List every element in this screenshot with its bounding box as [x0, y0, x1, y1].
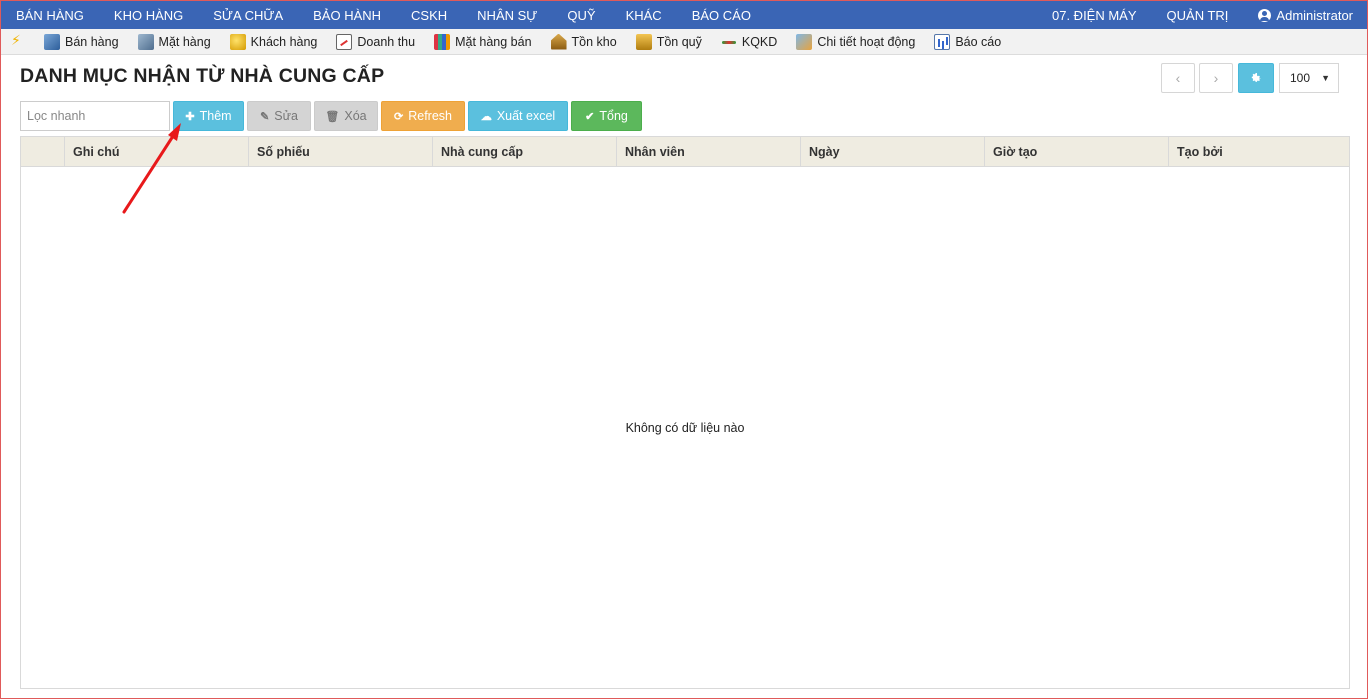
shortcut-label: Tồn kho: [571, 34, 617, 49]
fund-icon: [635, 33, 652, 50]
shortcut-ton-quy[interactable]: Tồn quỹ: [635, 33, 702, 50]
menu-kho-hang[interactable]: KHO HÀNG: [99, 1, 198, 29]
check-icon: ✔: [585, 110, 595, 123]
menu-bao-hanh[interactable]: BẢO HÀNH: [298, 1, 396, 29]
page-title: DANH MỤC NHẬN TỪ NHÀ CUNG CẤP: [20, 65, 385, 87]
shortcut-label: Tồn quỹ: [656, 34, 702, 49]
goods-sold-icon: [434, 33, 451, 50]
pager-controls: ‹ › 100 ▼: [1161, 63, 1339, 93]
user-menu: 07. ĐIỆN MÁY QUẢN TRỊ Administrator: [1037, 1, 1367, 29]
shortcut-label: Báo cáo: [955, 34, 1002, 49]
column-header-tao-boi[interactable]: Tạo bởi: [1169, 137, 1349, 166]
chevron-left-icon: ‹: [1175, 70, 1181, 86]
refresh-button[interactable]: ⟳ Refresh: [381, 101, 465, 131]
menu-quan-tri[interactable]: QUẢN TRỊ: [1152, 1, 1244, 29]
shortcut-chi-tiet-hoat-dong[interactable]: Chi tiết hoạt động: [796, 33, 916, 50]
customer-icon: [229, 33, 246, 50]
gear-icon: [1251, 73, 1261, 82]
shortcut-label: Mặt hàng: [158, 34, 211, 49]
action-bar: ✚ Thêm ✎ Sửa 🗑 Xóa ⟳ Refresh ☁ Xuất exce…: [20, 101, 645, 131]
store-selector[interactable]: 07. ĐIỆN MÁY: [1037, 1, 1152, 29]
user-account[interactable]: Administrator: [1243, 1, 1353, 29]
shortcut-mat-hang-ban[interactable]: Mặt hàng bán: [434, 33, 532, 50]
page-size-value: 100: [1290, 71, 1311, 85]
report-icon: [934, 33, 951, 50]
column-header-gio-tao[interactable]: Giờ tạo: [985, 137, 1169, 166]
flash-icon: [11, 32, 27, 50]
menu-sua-chua[interactable]: SỬA CHỮA: [198, 1, 298, 29]
item-icon: [137, 33, 154, 50]
sale-icon: [44, 33, 60, 50]
pencil-icon: ✎: [260, 110, 270, 123]
menu-nhan-su[interactable]: NHÂN SỰ: [462, 1, 552, 29]
quick-filter-input[interactable]: [20, 101, 170, 131]
delete-button[interactable]: 🗑 Xóa: [314, 101, 378, 131]
grid-header: Ghi chú Số phiếu Nhà cung cấp Nhân viên …: [21, 137, 1349, 167]
menu-bao-cao[interactable]: BÁO CÁO: [677, 1, 766, 29]
business-result-icon: [721, 34, 737, 50]
shortcut-khach-hang[interactable]: Khách hàng: [229, 33, 318, 50]
menu-quy[interactable]: QUỸ: [552, 1, 610, 29]
column-header-nha-cung-cap[interactable]: Nhà cung cấp: [433, 137, 617, 166]
settings-button[interactable]: [1238, 63, 1274, 93]
stock-icon: [550, 33, 567, 50]
activity-detail-icon: [796, 33, 813, 50]
plus-icon: ✚: [185, 110, 195, 123]
total-button[interactable]: ✔ Tổng: [571, 101, 642, 131]
shortcut-quick[interactable]: [11, 32, 32, 50]
shortcut-label: Mặt hàng bán: [455, 34, 532, 49]
shortcut-ton-kho[interactable]: Tồn kho: [550, 33, 617, 50]
menu-ban-hang[interactable]: BÁN HÀNG: [1, 1, 99, 29]
empty-grid-message: Không có dữ liệu nào: [625, 421, 745, 435]
shortcut-doanh-thu[interactable]: Doanh thu: [336, 33, 416, 50]
shortcut-kqkd[interactable]: KQKD: [721, 34, 777, 50]
export-button-label: Xuất excel: [496, 109, 556, 123]
menu-khac[interactable]: KHÁC: [611, 1, 677, 29]
column-header-so-phieu[interactable]: Số phiếu: [249, 137, 433, 166]
total-button-label: Tổng: [599, 109, 628, 123]
shortcut-ban-hang[interactable]: Bán hàng: [44, 33, 119, 50]
cloud-download-icon: ☁: [480, 110, 492, 123]
top-navigation: BÁN HÀNG KHO HÀNG SỬA CHỮA BẢO HÀNH CSKH…: [1, 1, 1367, 29]
menu-cskh[interactable]: CSKH: [396, 1, 462, 29]
user-name: Administrator: [1276, 7, 1353, 23]
user-icon: [1258, 8, 1272, 22]
column-header-ghi-chu[interactable]: Ghi chú: [65, 137, 249, 166]
trash-icon: 🗑: [325, 110, 340, 123]
edit-button-label: Sửa: [274, 109, 298, 123]
column-header-ngay[interactable]: Ngày: [801, 137, 985, 166]
shortcut-label: Khách hàng: [250, 34, 318, 49]
data-grid: Ghi chú Số phiếu Nhà cung cấp Nhân viên …: [20, 136, 1350, 689]
shortcut-label: Chi tiết hoạt động: [817, 34, 916, 49]
shortcut-label: Bán hàng: [65, 34, 119, 49]
delete-button-label: Xóa: [344, 109, 367, 123]
add-button[interactable]: ✚ Thêm: [173, 101, 244, 131]
shortcut-toolbar: Bán hàng Mặt hàng Khách hàng Doanh thu M…: [1, 29, 1367, 55]
edit-button[interactable]: ✎ Sửa: [247, 101, 311, 131]
shortcut-label: Doanh thu: [357, 34, 416, 49]
shortcut-bao-cao[interactable]: Báo cáo: [934, 33, 1002, 50]
main-menu: BÁN HÀNG KHO HÀNG SỬA CHỮA BẢO HÀNH CSKH…: [1, 1, 766, 29]
add-button-label: Thêm: [199, 109, 232, 123]
page-size-select[interactable]: 100 ▼: [1279, 63, 1339, 93]
refresh-icon: ⟳: [394, 110, 404, 123]
revenue-icon: [336, 33, 353, 50]
select-column-header[interactable]: [21, 137, 65, 166]
chevron-right-icon: ›: [1213, 70, 1219, 86]
column-header-nhan-vien[interactable]: Nhân viên: [617, 137, 801, 166]
caret-down-icon: ▼: [1321, 73, 1330, 83]
refresh-button-label: Refresh: [408, 109, 452, 123]
export-excel-button[interactable]: ☁ Xuất excel: [468, 101, 568, 131]
prev-page-button[interactable]: ‹: [1161, 63, 1195, 93]
next-page-button[interactable]: ›: [1199, 63, 1233, 93]
shortcut-mat-hang[interactable]: Mặt hàng: [137, 33, 211, 50]
shortcut-label: KQKD: [741, 34, 778, 49]
